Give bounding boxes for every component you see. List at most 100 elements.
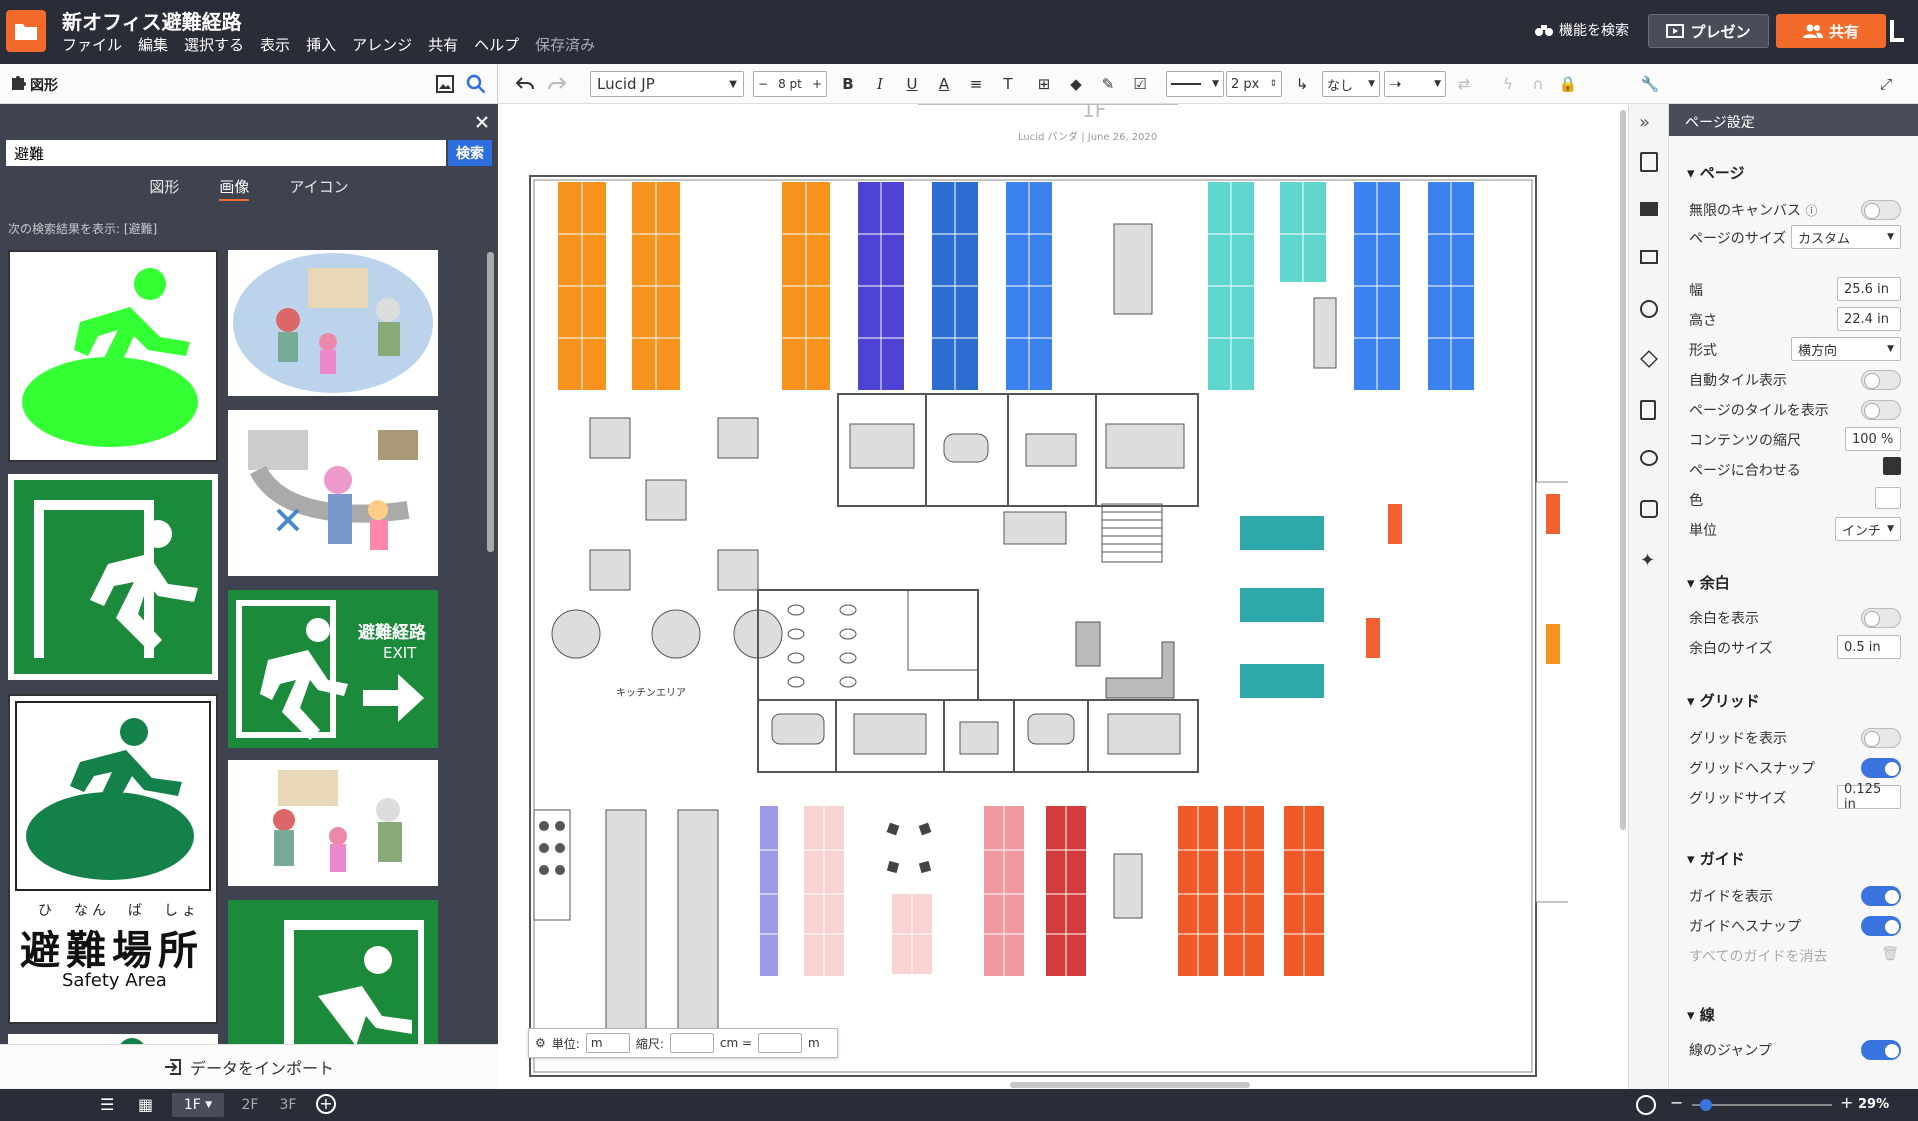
page-tab-3f[interactable]: 3F	[272, 1093, 304, 1117]
line-start-select[interactable]: なし ▼	[1322, 71, 1380, 97]
canvas-vertical-scrollbar[interactable]	[1620, 110, 1626, 830]
close-icon[interactable]	[476, 116, 488, 128]
fit-page-icon[interactable]	[1883, 457, 1901, 475]
search-input[interactable]	[6, 140, 446, 166]
table-icon[interactable]: ⊞	[1034, 71, 1054, 97]
show-guides-toggle[interactable]	[1861, 886, 1901, 906]
layers-icon[interactable]	[1640, 350, 1658, 368]
zoom-slider-thumb[interactable]	[1700, 1099, 1712, 1111]
lucid-folder-icon[interactable]	[6, 10, 46, 52]
section-page[interactable]: ▾ ページ	[1687, 162, 1744, 183]
line-color-icon[interactable]: ✎	[1098, 71, 1118, 97]
menu-arrange[interactable]: アレンジ	[352, 34, 412, 55]
color-swatch[interactable]	[1875, 487, 1901, 509]
menu-view[interactable]: 表示	[260, 34, 290, 55]
data-icon[interactable]	[1640, 400, 1656, 420]
fullscreen-icon[interactable]: ⤢	[1876, 71, 1896, 97]
menu-select[interactable]: 選択する	[184, 34, 244, 55]
comment-quote-icon[interactable]	[1640, 202, 1658, 216]
lucid-logo-icon[interactable]	[1888, 18, 1910, 46]
menu-edit[interactable]: 編集	[138, 34, 168, 55]
search-button[interactable]: 検索	[448, 140, 492, 166]
gear-icon[interactable]: ⚙	[535, 1036, 546, 1050]
zoom-slider[interactable]	[1692, 1104, 1832, 1106]
page-tab-2f[interactable]: 2F	[234, 1093, 266, 1117]
menu-insert[interactable]: 挿入	[306, 34, 336, 55]
share-button[interactable]: 共有	[1776, 14, 1886, 48]
infinite-canvas-toggle[interactable]	[1861, 200, 1901, 220]
height-input[interactable]: 22.4 in	[1837, 307, 1901, 331]
feature-search[interactable]: 機能を検索	[1535, 20, 1629, 40]
fill-color-icon[interactable]: ◆	[1066, 71, 1086, 97]
document-title[interactable]: 新オフィス避難経路	[62, 6, 242, 35]
database-icon[interactable]	[1640, 500, 1658, 518]
shape-style-icon[interactable]: ☑	[1130, 71, 1150, 97]
scale-cm-input[interactable]	[669, 1033, 714, 1053]
result-thumb-evacuation-map[interactable]	[228, 410, 438, 576]
connector-icon[interactable]: ↳	[1290, 71, 1314, 97]
zoom-level[interactable]: 29%	[1858, 1097, 1889, 1112]
import-data-button[interactable]: データをインポート	[0, 1044, 498, 1088]
text-options-icon[interactable]: T	[998, 71, 1018, 97]
section-line[interactable]: ▾ 線	[1687, 1004, 1715, 1025]
present-button[interactable]: プレゼン	[1648, 14, 1769, 48]
floor-plan[interactable]	[528, 174, 1568, 1084]
snap-guides-toggle[interactable]	[1861, 916, 1901, 936]
tab-icons[interactable]: アイコン	[289, 176, 348, 201]
history-icon[interactable]	[1640, 300, 1658, 318]
scale-m-input[interactable]	[758, 1033, 803, 1053]
section-grid[interactable]: ▾ グリッド	[1687, 690, 1760, 711]
snap-grid-toggle[interactable]	[1861, 758, 1901, 778]
page-list-icon[interactable]: ☰	[100, 1095, 114, 1114]
trash-icon[interactable]: 🗑	[1881, 946, 1899, 962]
line-jumps-toggle[interactable]	[1861, 1040, 1901, 1060]
show-margin-toggle[interactable]	[1861, 608, 1901, 628]
navigate-icon[interactable]	[1636, 1095, 1656, 1115]
width-input[interactable]: 25.6 in	[1837, 277, 1901, 301]
font-size-stepper[interactable]: −8 pt +	[753, 71, 827, 97]
chat-icon[interactable]	[1640, 450, 1658, 466]
zoom-out-icon[interactable]: −	[1670, 1093, 1683, 1112]
magnet-icon[interactable]: ∩	[1528, 71, 1548, 97]
content-scale-input[interactable]: 100 %	[1845, 427, 1901, 451]
line-style-select[interactable]: ▼	[1166, 71, 1224, 97]
result-thumb-exit-route[interactable]: 避難経路 EXIT	[228, 590, 438, 748]
search-icon[interactable]	[466, 74, 486, 94]
tab-shapes[interactable]: 図形	[149, 176, 179, 201]
result-thumb-evacuation-family-2[interactable]	[228, 760, 438, 886]
result-thumb-exit-door[interactable]	[228, 900, 438, 1050]
result-thumb-emergency-exit[interactable]	[8, 474, 218, 680]
redo-icon[interactable]	[546, 71, 568, 97]
section-margin[interactable]: ▾ 余白	[1687, 572, 1730, 593]
italic-icon[interactable]: I	[870, 71, 890, 97]
canvas[interactable]: 1F Lucid パンダ | June 26, 2020 キッチンエリア	[498, 104, 1628, 1089]
lock-icon[interactable]: 🔒	[1558, 71, 1578, 97]
auto-tile-toggle[interactable]	[1861, 370, 1901, 390]
unit-select[interactable]: m	[585, 1033, 630, 1053]
line-end-select[interactable]: ➝ ▼	[1384, 71, 1446, 97]
margin-size-input[interactable]: 0.5 in	[1837, 635, 1901, 659]
result-thumb-safety-area[interactable]: ひ なん ば しょ 避難場所 Safety Area	[8, 694, 218, 1024]
magic-wand-icon[interactable]: ✦	[1640, 550, 1655, 571]
canvas-horizontal-scrollbar[interactable]	[1010, 1082, 1250, 1088]
page-tab-1f[interactable]: 1F ▼	[172, 1093, 224, 1117]
undo-icon[interactable]	[514, 71, 536, 97]
font-select[interactable]: Lucid JP ▼	[590, 71, 744, 97]
orientation-select[interactable]: 横方向 ▼	[1791, 337, 1901, 361]
text-color-icon[interactable]: A	[934, 71, 954, 97]
tab-images[interactable]: 画像	[219, 176, 250, 201]
underline-icon[interactable]: U	[902, 71, 922, 97]
image-icon[interactable]	[436, 75, 454, 93]
swap-icon[interactable]: ⇄	[1454, 71, 1474, 97]
unit-select-right[interactable]: インチ ▼	[1835, 517, 1901, 541]
result-thumb-running-man-green[interactable]	[8, 250, 218, 462]
show-grid-toggle[interactable]	[1861, 728, 1901, 748]
grid-view-icon[interactable]: ▦	[138, 1095, 153, 1114]
presentation-icon[interactable]	[1640, 250, 1658, 264]
zoom-in-icon[interactable]: +	[1840, 1093, 1853, 1112]
section-guide[interactable]: ▾ ガイド	[1687, 848, 1745, 869]
wrench-icon[interactable]: 🔧	[1640, 71, 1660, 97]
bold-icon[interactable]: B	[838, 71, 858, 97]
tile-pages-toggle[interactable]	[1861, 400, 1901, 420]
result-thumb-evacuation-family[interactable]	[228, 250, 438, 396]
